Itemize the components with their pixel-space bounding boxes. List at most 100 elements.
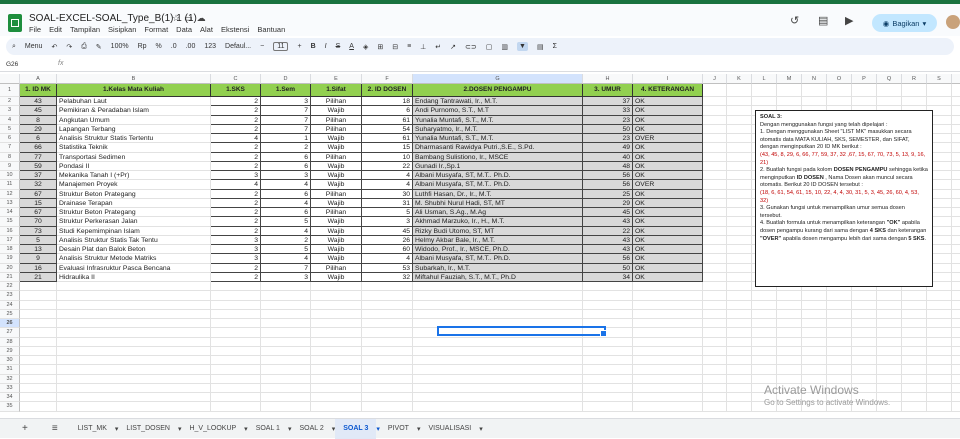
grid-cell[interactable] [261,337,311,347]
grid-cell[interactable] [877,309,902,319]
grid-cell[interactable] [311,383,362,393]
table-cell[interactable]: 6 [261,189,311,199]
table-header-cell[interactable]: 1.SKS [211,84,261,97]
grid-cell[interactable] [902,393,927,403]
row-header[interactable]: 34 [0,393,20,403]
table-cell[interactable]: 3 [261,97,311,107]
grid-cell[interactable] [802,328,827,338]
table-cell[interactable]: Pilihan [311,115,362,125]
grid-cell[interactable] [413,402,583,412]
grid-cell[interactable] [752,337,777,347]
grid-cell[interactable] [827,291,852,301]
grid-cell[interactable] [261,374,311,384]
print-icon[interactable]: ⎙ [81,43,87,51]
grid-cell[interactable] [902,337,927,347]
grid-cell[interactable] [57,300,211,310]
row-header[interactable]: 33 [0,383,20,393]
grid-cell[interactable] [927,374,952,384]
sheet-tab-list-dosen[interactable]: LIST_DOSEN [118,419,178,439]
grid-cell[interactable] [362,328,413,338]
row-header[interactable]: 14 [0,208,20,218]
table-cell[interactable]: 26 [362,235,413,245]
table-cell[interactable]: Pilihan [311,97,362,107]
table-cell[interactable]: 2 [211,189,261,199]
grid-cell[interactable] [852,84,877,97]
grid-cell[interactable] [852,328,877,338]
grid-cell[interactable] [952,84,960,97]
grid-cell[interactable] [902,346,927,356]
menu-search-label[interactable]: Menu [25,43,43,50]
row-header[interactable]: 16 [0,226,20,236]
grid-cell[interactable] [311,300,362,310]
grid-cell[interactable] [927,402,952,412]
row-header[interactable]: 1 [0,84,20,97]
grid-cell[interactable] [727,97,752,107]
table-cell[interactable]: 2 [211,97,261,107]
grid-cell[interactable] [902,309,927,319]
grid-cell[interactable] [952,125,960,134]
grid-cell[interactable] [413,300,583,310]
table-cell[interactable]: 3 [211,254,261,264]
row-header[interactable]: 2 [0,97,20,107]
table-cell[interactable]: OVER [633,134,703,144]
table-cell[interactable]: Wajib [311,161,362,171]
grid-cell[interactable] [902,383,927,393]
grid-cell[interactable] [802,346,827,356]
grid-cell[interactable] [703,254,727,264]
grid-cell[interactable] [952,319,960,329]
menu-edit[interactable]: Edit [49,25,62,34]
row-header[interactable]: 22 [0,282,20,292]
grid-cell[interactable] [583,300,633,310]
table-cell[interactable]: OK [633,235,703,245]
grid-cell[interactable] [583,346,633,356]
row-header[interactable]: 17 [0,235,20,245]
grid-cell[interactable] [777,97,802,107]
grid-cell[interactable] [927,346,952,356]
table-cell[interactable]: 77 [20,152,57,162]
currency-button[interactable]: Rp [138,43,147,50]
sheet-tab-pivot[interactable]: PIVOT [380,419,417,439]
grid-cell[interactable] [703,152,727,162]
grid-cell[interactable] [211,383,261,393]
sheet-tab-soal-2[interactable]: SOAL 2 [291,419,331,439]
menu-view[interactable]: Tampilan [70,25,100,34]
grid-cell[interactable] [583,402,633,412]
grid-cell[interactable] [927,393,952,403]
table-cell[interactable]: OK [633,106,703,116]
grid-cell[interactable] [583,393,633,403]
table-cell[interactable]: OVER [633,180,703,190]
column-header[interactable]: J [703,74,727,84]
grid-cell[interactable] [927,337,952,347]
table-cell[interactable]: 4 [362,171,413,181]
grid-cell[interactable] [877,319,902,329]
wrap-icon[interactable]: ↵ [435,43,441,51]
grid-cell[interactable] [703,124,727,134]
grid-cell[interactable] [703,365,727,375]
table-cell[interactable]: 2 [211,106,261,116]
grid-cell[interactable] [877,300,902,310]
grid-cell[interactable] [261,365,311,375]
table-cell[interactable]: 2 [211,226,261,236]
grid-cell[interactable] [952,97,960,107]
grid-cell[interactable] [57,356,211,366]
grid-cell[interactable] [927,97,952,107]
table-cell[interactable]: 22 [362,161,413,171]
table-cell[interactable]: 2 [211,272,261,282]
table-cell[interactable]: 16 [20,263,57,273]
table-cell[interactable]: 7 [261,263,311,273]
table-cell[interactable]: Struktur Beton Prategang [57,189,211,199]
table-cell[interactable]: 48 [583,161,633,171]
table-cell[interactable]: 53 [362,263,413,273]
link-icon[interactable]: ⊂⊃ [465,43,477,51]
table-cell[interactable]: Statistika Teknik [57,143,211,153]
table-cell[interactable]: 67 [20,189,57,199]
table-cell[interactable]: 37 [583,97,633,107]
table-cell[interactable]: Akhmad Marzuko, Ir., H., M.T. [413,217,583,227]
grid-cell[interactable] [902,402,927,412]
table-cell[interactable]: 4 [261,254,311,264]
grid-cell[interactable] [852,356,877,366]
table-cell[interactable]: Wajib [311,106,362,116]
table-cell[interactable]: Wajib [311,198,362,208]
table-cell[interactable]: Wajib [311,272,362,282]
grid-cell[interactable] [633,346,703,356]
